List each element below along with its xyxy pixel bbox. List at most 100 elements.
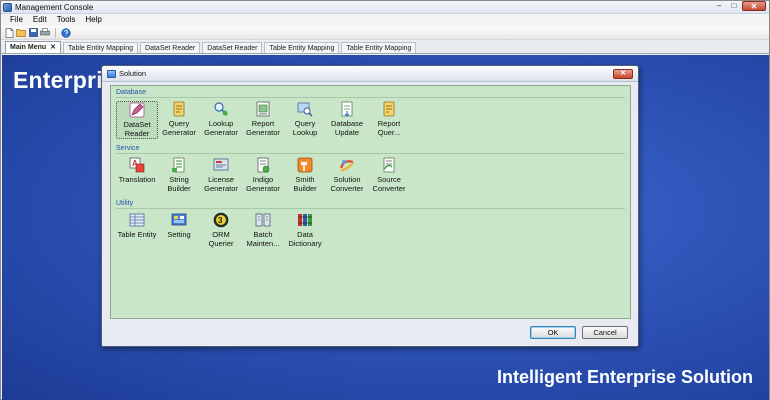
open-folder-button[interactable]	[16, 28, 26, 38]
item-orm-querier[interactable]: 3 ORM Querier	[200, 212, 242, 248]
item-label: Query Generator	[162, 119, 196, 137]
tab-label: Main Menu	[10, 44, 47, 51]
tab-table-entity-mapping-2[interactable]: Table Entity Mapping	[264, 42, 340, 53]
item-query-lookup[interactable]: Query Lookup	[284, 101, 326, 137]
tab-label: DataSet Reader	[145, 45, 196, 52]
print-icon	[40, 28, 50, 36]
string-builder-icon	[172, 157, 185, 173]
indigo-generator-icon	[257, 157, 270, 173]
ok-button[interactable]: OK	[530, 326, 576, 339]
item-data-dictionary[interactable]: Data Dictionary	[284, 212, 326, 248]
app-icon	[3, 3, 12, 12]
item-label: ORM Querier	[208, 230, 234, 248]
open-folder-icon	[16, 29, 26, 37]
maximize-button[interactable]: □	[727, 1, 741, 11]
section-divider	[116, 153, 625, 154]
section-service-label: Service	[116, 145, 140, 152]
tab-main-menu[interactable]: Main Menu ✕	[5, 41, 62, 53]
main-window: Management Console – □ ✕ File Edit Tools…	[0, 0, 770, 400]
item-label: Lookup Generator	[204, 119, 238, 137]
batch-maintenance-icon	[255, 213, 271, 227]
item-label: Data Dictionary	[288, 230, 322, 248]
item-label: Table Entity	[117, 230, 157, 239]
menu-bar: File Edit Tools Help	[1, 14, 769, 26]
orm-querier-icon: 3	[213, 212, 229, 228]
background-footer: Intelligent Enterprise Solution	[496, 367, 753, 387]
item-label: Source Converter	[372, 175, 406, 193]
item-label: Query Lookup	[292, 119, 318, 137]
help-button[interactable]	[61, 27, 71, 38]
section-divider	[116, 97, 625, 98]
item-label: DataSet Reader	[123, 120, 151, 138]
data-dictionary-icon	[298, 214, 312, 226]
report-query-icon	[383, 101, 395, 117]
tab-close-icon[interactable]: ✕	[50, 44, 56, 51]
item-translation[interactable]: A Translation	[116, 157, 158, 184]
dialog-title-bar[interactable]: Solution ✕	[102, 66, 638, 82]
item-label: String Builder	[167, 175, 191, 193]
item-label: License Generator	[204, 175, 238, 193]
item-report-generator[interactable]: Report Generator	[242, 101, 284, 137]
save-icon	[28, 28, 38, 37]
item-solution-converter[interactable]: Solution Converter	[326, 157, 368, 193]
item-report-query[interactable]: Report Quer...	[368, 101, 410, 137]
menu-tools[interactable]: Tools	[52, 14, 81, 26]
toolbar	[1, 26, 769, 40]
item-string-builder[interactable]: String Builder	[158, 157, 200, 193]
menu-edit[interactable]: Edit	[28, 14, 52, 26]
dialog-window-icon	[107, 70, 116, 78]
item-indigo-generator[interactable]: Indigo Generator	[242, 157, 284, 193]
tab-label: Table Entity Mapping	[68, 45, 134, 52]
tab-dataset-reader-2[interactable]: DataSet Reader	[202, 42, 263, 53]
database-update-icon	[341, 101, 353, 117]
tab-table-entity-mapping[interactable]: Table Entity Mapping	[63, 42, 139, 53]
item-setting[interactable]: Setting	[158, 212, 200, 239]
item-label: Report Quer...	[377, 119, 401, 137]
section-database-label: Database	[116, 89, 146, 96]
query-lookup-icon	[297, 102, 313, 117]
menu-help[interactable]: Help	[80, 14, 106, 26]
dialog-close-button[interactable]: ✕	[613, 69, 633, 79]
tab-table-entity-mapping-3[interactable]: Table Entity Mapping	[341, 42, 417, 53]
source-converter-icon	[383, 157, 395, 173]
section-divider	[116, 208, 625, 209]
item-label: Database Update	[330, 119, 364, 137]
print-button[interactable]	[40, 28, 50, 38]
item-lookup-generator[interactable]: Lookup Generator	[200, 101, 242, 137]
help-icon	[61, 27, 71, 38]
cancel-button[interactable]: Cancel	[582, 326, 628, 339]
item-source-converter[interactable]: Source Converter	[368, 157, 410, 193]
item-license-generator[interactable]: License Generator	[200, 157, 242, 193]
item-label: Solution Converter	[330, 175, 364, 193]
save-button[interactable]	[28, 28, 38, 38]
query-generator-icon	[173, 101, 185, 117]
item-label: Indigo Generator	[246, 175, 280, 193]
item-label: Translation	[118, 175, 156, 184]
new-file-button[interactable]	[4, 27, 14, 38]
menu-file[interactable]: File	[5, 14, 28, 26]
window-title: Management Console	[15, 3, 94, 12]
tab-label: DataSet Reader	[207, 45, 258, 52]
setting-icon	[171, 213, 187, 226]
translation-icon: A	[129, 157, 145, 173]
tab-label: Table Entity Mapping	[269, 45, 335, 52]
table-entity-icon	[129, 213, 145, 227]
item-dataset-reader[interactable]: DataSet Reader	[116, 101, 158, 139]
dialog-title: Solution	[119, 69, 147, 78]
item-table-entity[interactable]: Table Entity	[116, 212, 158, 239]
lookup-generator-icon	[214, 102, 228, 116]
dialog-footer: OK Cancel	[102, 320, 638, 346]
new-file-icon	[5, 27, 13, 38]
title-bar[interactable]: Management Console – □ ✕	[1, 1, 769, 14]
item-query-generator[interactable]: Query Generator	[158, 101, 200, 137]
item-database-update[interactable]: Database Update	[326, 101, 368, 137]
pencil-icon	[129, 102, 145, 118]
tab-dataset-reader[interactable]: DataSet Reader	[140, 42, 201, 53]
item-batch-maintenance[interactable]: Batch Mainten...	[242, 212, 284, 248]
close-button[interactable]: ✕	[742, 1, 766, 11]
item-label: Setting	[167, 230, 191, 239]
toolbar-separator	[55, 27, 56, 38]
tab-label: Table Entity Mapping	[346, 45, 412, 52]
item-smith-builder[interactable]: Smith Builder	[284, 157, 326, 193]
minimize-button[interactable]: –	[712, 1, 726, 11]
